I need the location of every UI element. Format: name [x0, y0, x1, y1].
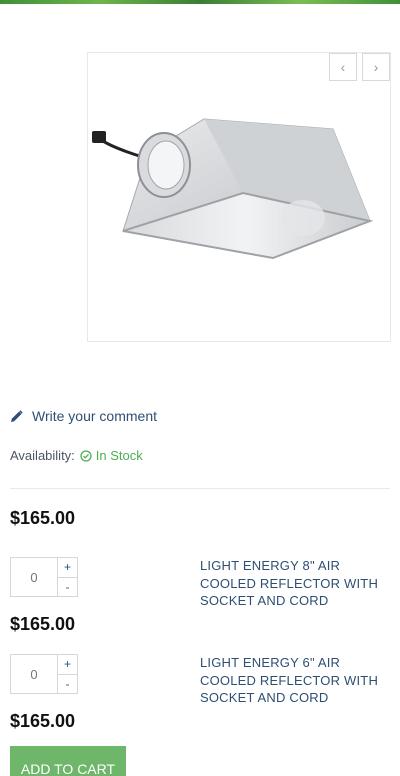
header-banner-strip	[0, 0, 400, 4]
item-price: $165.00	[10, 614, 76, 634]
product-image	[92, 118, 374, 260]
product-name-link[interactable]: LIGHT ENERGY 8" AIR COOLED REFLECTOR WIT…	[200, 557, 385, 610]
quantity-increase-button[interactable]: +	[58, 654, 78, 675]
quantity-increase-button[interactable]: +	[58, 557, 78, 578]
gallery-next-button[interactable]: ›	[362, 53, 390, 81]
quantity-input[interactable]	[10, 654, 58, 694]
product-name-link[interactable]: LIGHT ENERGY 6" AIR COOLED REFLECTOR WIT…	[200, 654, 385, 707]
section-divider	[10, 488, 390, 489]
gallery-prev-button[interactable]: ‹	[329, 53, 357, 81]
quantity-decrease-button[interactable]: -	[58, 577, 78, 597]
stock-status-text: In Stock	[95, 448, 143, 463]
check-circle-icon	[80, 449, 92, 462]
write-comment-label: Write your comment	[32, 408, 157, 424]
quantity-stepper[interactable]: + -	[10, 557, 78, 597]
write-comment-link[interactable]: Write your comment	[10, 408, 157, 424]
availability-row: Availability: In Stock	[10, 448, 143, 463]
stock-status-badge: In Stock	[80, 448, 143, 463]
item-price: $165.00	[10, 711, 76, 731]
chevron-right-icon: ›	[373, 59, 379, 75]
quantity-stepper[interactable]: + -	[10, 654, 78, 694]
quantity-input[interactable]	[10, 557, 58, 597]
availability-label: Availability:	[10, 448, 75, 463]
product-image-gallery[interactable]	[87, 52, 391, 342]
main-price: $165.00	[10, 508, 76, 528]
chevron-left-icon: ‹	[340, 59, 346, 75]
add-to-cart-button[interactable]: ADD TO CART	[10, 746, 126, 776]
quantity-decrease-button[interactable]: -	[58, 674, 78, 694]
pencil-icon	[11, 409, 23, 422]
